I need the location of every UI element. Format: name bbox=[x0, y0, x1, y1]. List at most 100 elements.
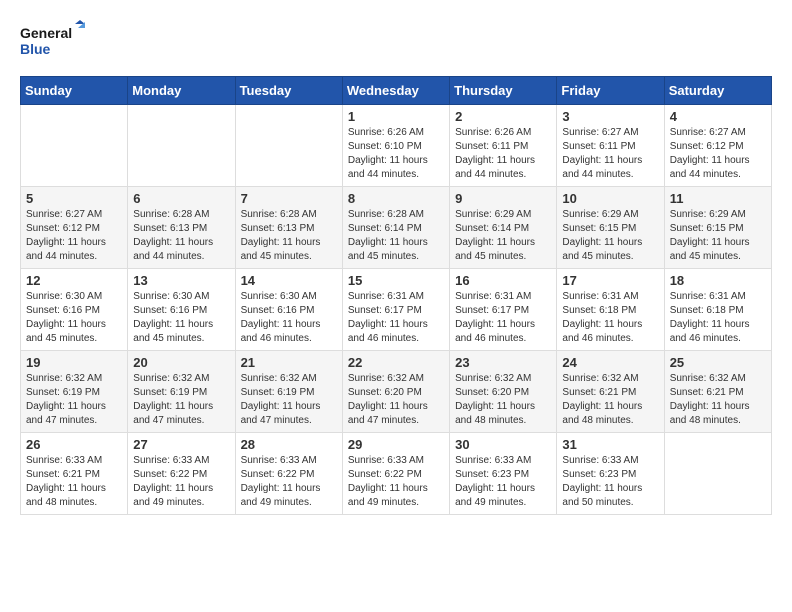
calendar-cell: 20 Sunrise: 6:32 AM Sunset: 6:19 PM Dayli… bbox=[128, 351, 235, 433]
day-number: 28 bbox=[241, 437, 337, 452]
day-info: Sunrise: 6:32 AM Sunset: 6:20 PM Dayligh… bbox=[348, 372, 444, 428]
day-info: Sunrise: 6:27 AM Sunset: 6:12 PM Dayligh… bbox=[670, 126, 766, 182]
day-number: 29 bbox=[348, 437, 444, 452]
day-info: Sunrise: 6:28 AM Sunset: 6:13 PM Dayligh… bbox=[241, 208, 337, 264]
day-number: 1 bbox=[348, 109, 444, 124]
calendar-cell bbox=[235, 105, 342, 187]
calendar-cell: 28 Sunrise: 6:33 AM Sunset: 6:22 PM Dayli… bbox=[235, 433, 342, 515]
day-number: 20 bbox=[133, 355, 229, 370]
calendar-cell: 3 Sunrise: 6:27 AM Sunset: 6:11 PM Daylig… bbox=[557, 105, 664, 187]
day-info: Sunrise: 6:30 AM Sunset: 6:16 PM Dayligh… bbox=[26, 290, 122, 346]
day-info: Sunrise: 6:32 AM Sunset: 6:21 PM Dayligh… bbox=[670, 372, 766, 428]
calendar-cell: 31 Sunrise: 6:33 AM Sunset: 6:23 PM Dayli… bbox=[557, 433, 664, 515]
week-row-5: 26 Sunrise: 6:33 AM Sunset: 6:21 PM Dayli… bbox=[21, 433, 772, 515]
svg-text:Blue: Blue bbox=[20, 41, 51, 57]
weekday-header-friday: Friday bbox=[557, 77, 664, 105]
day-number: 16 bbox=[455, 273, 551, 288]
calendar-cell: 11 Sunrise: 6:29 AM Sunset: 6:15 PM Dayli… bbox=[664, 187, 771, 269]
day-info: Sunrise: 6:33 AM Sunset: 6:23 PM Dayligh… bbox=[562, 454, 658, 510]
calendar-cell bbox=[128, 105, 235, 187]
calendar-cell bbox=[664, 433, 771, 515]
calendar-cell: 6 Sunrise: 6:28 AM Sunset: 6:13 PM Daylig… bbox=[128, 187, 235, 269]
calendar-cell bbox=[21, 105, 128, 187]
day-info: Sunrise: 6:32 AM Sunset: 6:21 PM Dayligh… bbox=[562, 372, 658, 428]
day-number: 10 bbox=[562, 191, 658, 206]
weekday-header-row: SundayMondayTuesdayWednesdayThursdayFrid… bbox=[21, 77, 772, 105]
calendar-cell: 13 Sunrise: 6:30 AM Sunset: 6:16 PM Dayli… bbox=[128, 269, 235, 351]
day-number: 8 bbox=[348, 191, 444, 206]
week-row-1: 1 Sunrise: 6:26 AM Sunset: 6:10 PM Daylig… bbox=[21, 105, 772, 187]
calendar-cell: 2 Sunrise: 6:26 AM Sunset: 6:11 PM Daylig… bbox=[450, 105, 557, 187]
day-number: 7 bbox=[241, 191, 337, 206]
weekday-header-sunday: Sunday bbox=[21, 77, 128, 105]
calendar-cell: 4 Sunrise: 6:27 AM Sunset: 6:12 PM Daylig… bbox=[664, 105, 771, 187]
week-row-4: 19 Sunrise: 6:32 AM Sunset: 6:19 PM Dayli… bbox=[21, 351, 772, 433]
calendar-cell: 29Sunrise: 6:33 AM Sunset: 6:22 PM Dayli… bbox=[342, 433, 449, 515]
day-info: Sunrise: 6:33 AM Sunset: 6:22 PM Dayligh… bbox=[133, 454, 229, 510]
day-number: 22 bbox=[348, 355, 444, 370]
day-number: 9 bbox=[455, 191, 551, 206]
calendar-cell: 26 Sunrise: 6:33 AM Sunset: 6:21 PM Dayli… bbox=[21, 433, 128, 515]
calendar-cell: 7 Sunrise: 6:28 AM Sunset: 6:13 PM Daylig… bbox=[235, 187, 342, 269]
calendar-cell: 5 Sunrise: 6:27 AM Sunset: 6:12 PM Daylig… bbox=[21, 187, 128, 269]
day-number: 18 bbox=[670, 273, 766, 288]
day-info: Sunrise: 6:31 AM Sunset: 6:17 PM Dayligh… bbox=[455, 290, 551, 346]
calendar-cell: 23Sunrise: 6:32 AM Sunset: 6:20 PM Dayli… bbox=[450, 351, 557, 433]
calendar-cell: 16 Sunrise: 6:31 AM Sunset: 6:17 PM Dayli… bbox=[450, 269, 557, 351]
day-number: 26 bbox=[26, 437, 122, 452]
day-info: Sunrise: 6:27 AM Sunset: 6:11 PM Dayligh… bbox=[562, 126, 658, 182]
day-number: 6 bbox=[133, 191, 229, 206]
day-number: 30 bbox=[455, 437, 551, 452]
day-info: Sunrise: 6:26 AM Sunset: 6:11 PM Dayligh… bbox=[455, 126, 551, 182]
calendar-cell: 18Sunrise: 6:31 AM Sunset: 6:18 PM Dayli… bbox=[664, 269, 771, 351]
day-info: Sunrise: 6:30 AM Sunset: 6:16 PM Dayligh… bbox=[241, 290, 337, 346]
weekday-header-tuesday: Tuesday bbox=[235, 77, 342, 105]
day-info: Sunrise: 6:32 AM Sunset: 6:19 PM Dayligh… bbox=[26, 372, 122, 428]
week-row-3: 12Sunrise: 6:30 AM Sunset: 6:16 PM Dayli… bbox=[21, 269, 772, 351]
day-number: 17 bbox=[562, 273, 658, 288]
calendar-cell: 14 Sunrise: 6:30 AM Sunset: 6:16 PM Dayli… bbox=[235, 269, 342, 351]
logo-icon: GeneralBlue bbox=[20, 20, 90, 60]
day-number: 3 bbox=[562, 109, 658, 124]
day-info: Sunrise: 6:28 AM Sunset: 6:14 PM Dayligh… bbox=[348, 208, 444, 264]
day-info: Sunrise: 6:26 AM Sunset: 6:10 PM Dayligh… bbox=[348, 126, 444, 182]
calendar-cell: 12Sunrise: 6:30 AM Sunset: 6:16 PM Dayli… bbox=[21, 269, 128, 351]
page-header: GeneralBlue bbox=[20, 20, 772, 60]
day-info: Sunrise: 6:33 AM Sunset: 6:22 PM Dayligh… bbox=[241, 454, 337, 510]
calendar-cell: 10Sunrise: 6:29 AM Sunset: 6:15 PM Dayli… bbox=[557, 187, 664, 269]
day-info: Sunrise: 6:29 AM Sunset: 6:15 PM Dayligh… bbox=[670, 208, 766, 264]
day-number: 31 bbox=[562, 437, 658, 452]
day-number: 14 bbox=[241, 273, 337, 288]
day-number: 11 bbox=[670, 191, 766, 206]
calendar-cell: 19 Sunrise: 6:32 AM Sunset: 6:19 PM Dayli… bbox=[21, 351, 128, 433]
day-number: 19 bbox=[26, 355, 122, 370]
day-number: 27 bbox=[133, 437, 229, 452]
day-number: 25 bbox=[670, 355, 766, 370]
calendar-table: SundayMondayTuesdayWednesdayThursdayFrid… bbox=[20, 76, 772, 515]
svg-text:General: General bbox=[20, 25, 72, 41]
day-info: Sunrise: 6:32 AM Sunset: 6:19 PM Dayligh… bbox=[133, 372, 229, 428]
day-number: 2 bbox=[455, 109, 551, 124]
calendar-cell: 22 Sunrise: 6:32 AM Sunset: 6:20 PM Dayli… bbox=[342, 351, 449, 433]
day-info: Sunrise: 6:30 AM Sunset: 6:16 PM Dayligh… bbox=[133, 290, 229, 346]
day-number: 13 bbox=[133, 273, 229, 288]
calendar-cell: 9 Sunrise: 6:29 AM Sunset: 6:14 PM Daylig… bbox=[450, 187, 557, 269]
calendar-cell: 24 Sunrise: 6:32 AM Sunset: 6:21 PM Dayli… bbox=[557, 351, 664, 433]
day-info: Sunrise: 6:29 AM Sunset: 6:14 PM Dayligh… bbox=[455, 208, 551, 264]
calendar-cell: 25 Sunrise: 6:32 AM Sunset: 6:21 PM Dayli… bbox=[664, 351, 771, 433]
calendar-cell: 27 Sunrise: 6:33 AM Sunset: 6:22 PM Dayli… bbox=[128, 433, 235, 515]
day-number: 24 bbox=[562, 355, 658, 370]
day-number: 5 bbox=[26, 191, 122, 206]
week-row-2: 5 Sunrise: 6:27 AM Sunset: 6:12 PM Daylig… bbox=[21, 187, 772, 269]
day-info: Sunrise: 6:31 AM Sunset: 6:17 PM Dayligh… bbox=[348, 290, 444, 346]
calendar-cell: 8 Sunrise: 6:28 AM Sunset: 6:14 PM Daylig… bbox=[342, 187, 449, 269]
weekday-header-monday: Monday bbox=[128, 77, 235, 105]
weekday-header-wednesday: Wednesday bbox=[342, 77, 449, 105]
day-info: Sunrise: 6:33 AM Sunset: 6:21 PM Dayligh… bbox=[26, 454, 122, 510]
day-number: 21 bbox=[241, 355, 337, 370]
day-info: Sunrise: 6:27 AM Sunset: 6:12 PM Dayligh… bbox=[26, 208, 122, 264]
day-info: Sunrise: 6:33 AM Sunset: 6:23 PM Dayligh… bbox=[455, 454, 551, 510]
day-number: 4 bbox=[670, 109, 766, 124]
logo: GeneralBlue bbox=[20, 20, 90, 60]
day-info: Sunrise: 6:28 AM Sunset: 6:13 PM Dayligh… bbox=[133, 208, 229, 264]
